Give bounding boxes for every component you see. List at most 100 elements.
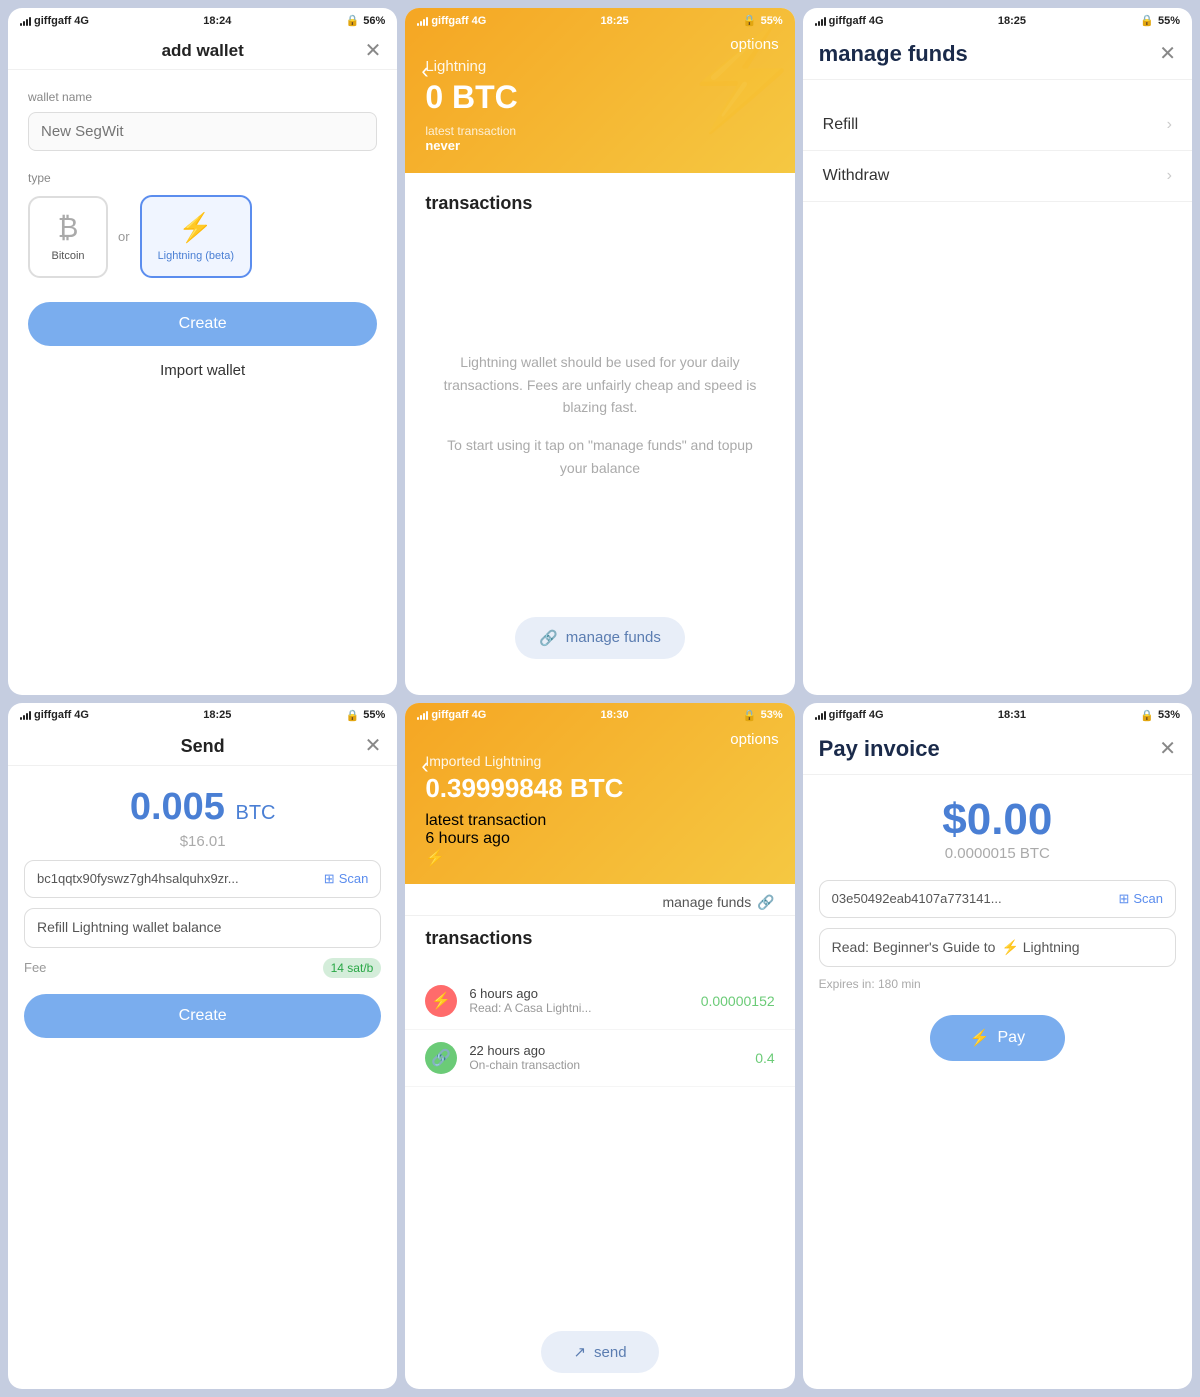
fee-label: Fee [24, 960, 46, 975]
tx-name-1: On-chain transaction [469, 1058, 743, 1072]
import-wallet-link[interactable]: Import wallet [28, 362, 377, 379]
lightning-label: ⚡ Lightning [1001, 939, 1079, 956]
signal-icon-s4 [20, 710, 31, 720]
status-bar-s2: giffgaff 4G 18:25 🔒 55% [405, 8, 794, 31]
status-bar-s4: giffgaff 4G 18:25 🔒 55% [8, 703, 397, 726]
close-button-s6[interactable]: ✕ [1159, 739, 1176, 759]
battery-s1: 56% [363, 15, 385, 27]
lightning-label: Lightning (beta) [158, 250, 234, 262]
manage-funds-title: manage funds [819, 41, 968, 67]
type-bitcoin[interactable]: ₿ Bitcoin [28, 196, 108, 278]
options-button-s5[interactable]: options [730, 731, 778, 748]
type-label: type [28, 171, 377, 185]
tx-label-s5: latest transaction [425, 812, 774, 830]
bitcoin-label: Bitcoin [51, 250, 84, 262]
network-s6: 4G [869, 709, 884, 721]
tx-row-0[interactable]: ⚡ 6 hours ago Read: A Casa Lightni... 0.… [405, 973, 794, 1030]
carrier-s2: giffgaff [431, 15, 468, 27]
status-left-s3: giffgaff 4G [815, 15, 884, 27]
back-button-s5[interactable]: ‹ [421, 753, 428, 779]
chain-tx-icon: 🔗 [425, 1042, 457, 1074]
time-s3: 18:25 [998, 15, 1026, 27]
status-right-s1: 🔒 56% [346, 14, 386, 27]
manage-funds-row-s5[interactable]: manage funds 🔗 [405, 884, 794, 916]
status-right-s5: 🔒 53% [743, 709, 783, 722]
invoice-btc: 0.0000015 BTC [823, 845, 1172, 862]
tx-info-0: 6 hours ago Read: A Casa Lightni... [469, 986, 688, 1015]
amount-value: 0.005 [130, 786, 225, 828]
battery-s6: 53% [1158, 709, 1180, 721]
lightning-tx-icon: ⚡ [425, 985, 457, 1017]
lock-icon-s2: 🔒 [743, 14, 757, 27]
withdraw-menu-item[interactable]: Withdraw › [803, 151, 1192, 202]
close-button-s3[interactable]: ✕ [1159, 44, 1176, 64]
battery-s4: 55% [363, 709, 385, 721]
wallet-name-input[interactable] [28, 112, 377, 151]
status-right-s3: 🔒 55% [1140, 14, 1180, 27]
fee-badge: 14 sat/b [323, 958, 382, 978]
pay-invoice-header: Pay invoice ✕ [803, 726, 1192, 775]
tx-time-1: 22 hours ago [469, 1043, 743, 1058]
address-text: bc1qqtx90fyswz7gh4hsalquhx9zr... [37, 871, 316, 886]
signal-icon-s2 [417, 16, 428, 26]
type-lightning[interactable]: ⚡ Lightning (beta) [140, 195, 252, 278]
status-left-s2: giffgaff 4G [417, 15, 486, 27]
expires-text: Expires in: 180 min [819, 977, 1176, 991]
send-icon: ↗ [573, 1343, 586, 1361]
signal-icon-s3 [815, 16, 826, 26]
scan-label-s4: Scan [339, 871, 369, 886]
tx-row-1[interactable]: 🔗 22 hours ago On-chain transaction 0.4 [405, 1030, 794, 1087]
empty-msg-2: To start using it tap on "manage funds" … [435, 434, 764, 479]
signal-icon-s6 [815, 710, 826, 720]
pay-invoice-title: Pay invoice [819, 736, 940, 762]
close-button-s4[interactable]: ✕ [365, 736, 382, 756]
status-left-s1: giffgaff 4G [20, 15, 89, 27]
add-wallet-header: add wallet ✕ [8, 31, 397, 70]
lock-icon-s4: 🔒 [346, 709, 360, 722]
signal-icon-s5 [417, 710, 428, 720]
app-grid: giffgaff 4G 18:24 🔒 56% add wallet ✕ wal… [0, 0, 1200, 1397]
pay-btn-wrapper: ⚡ Pay [803, 1007, 1192, 1077]
transactions-header-s5: transactions [405, 916, 794, 973]
tx-time-0: 6 hours ago [469, 986, 688, 1001]
status-bar-s1: giffgaff 4G 18:24 🔒 56% [8, 8, 397, 31]
send-btn-row: ↗ send [405, 1315, 794, 1389]
transactions-title-s2: transactions [425, 193, 774, 214]
tx-value-s5: 6 hours ago [425, 830, 774, 848]
carrier-s1: giffgaff [34, 15, 71, 27]
refill-menu-item[interactable]: Refill › [803, 100, 1192, 151]
screen-manage-funds: giffgaff 4G 18:25 🔒 55% manage funds ✕ R… [803, 8, 1192, 695]
manage-funds-button-s2[interactable]: 🔗 manage funds [515, 617, 685, 659]
screen-lightning-wallet: giffgaff 4G 18:25 🔒 55% ‹ options Lightn… [405, 8, 794, 695]
time-s4: 18:25 [203, 709, 231, 721]
send-button-s5[interactable]: ↗ send [541, 1331, 658, 1373]
create-button-s4[interactable]: Create [24, 994, 381, 1038]
network-s3: 4G [869, 15, 884, 27]
lock-icon-s6: 🔒 [1140, 709, 1154, 722]
scan-button-s4[interactable]: ⊞ Scan [324, 871, 369, 887]
close-button-s1[interactable]: ✕ [365, 41, 382, 61]
send-label-s5: send [594, 1344, 627, 1361]
tx-name-0: Read: A Casa Lightni... [469, 1001, 688, 1015]
lightning-icon: ⚡ [178, 211, 213, 244]
status-bar-s5: giffgaff 4G 18:30 🔒 53% [405, 703, 794, 726]
lock-icon-s1: 🔒 [346, 14, 360, 27]
watermark-s5: ⚡ [425, 848, 774, 868]
status-right-s2: 🔒 55% [743, 14, 783, 27]
tx-value-s2: never [425, 138, 774, 153]
scan-button-s6[interactable]: ⊞ Scan [1118, 891, 1163, 907]
bitcoin-icon: ₿ [58, 212, 79, 244]
status-left-s4: giffgaff 4G [20, 709, 89, 721]
create-button-s1[interactable]: Create [28, 302, 377, 346]
network-s2: 4G [472, 15, 487, 27]
status-right-s6: 🔒 53% [1140, 709, 1180, 722]
manage-funds-wrapper: 🔗 manage funds [425, 601, 774, 675]
screen-send: giffgaff 4G 18:25 🔒 55% Send ✕ 0.005 BTC… [8, 703, 397, 1390]
tx-amount-0: 0.00000152 [701, 993, 775, 1009]
pay-button[interactable]: ⚡ Pay [930, 1015, 1066, 1061]
back-button-s2[interactable]: ‹ [421, 58, 428, 84]
add-wallet-title: add wallet [162, 41, 244, 61]
transactions-title-s5: transactions [425, 928, 774, 949]
time-s2: 18:25 [601, 15, 629, 27]
note-field[interactable]: Refill Lightning wallet balance [24, 908, 381, 948]
